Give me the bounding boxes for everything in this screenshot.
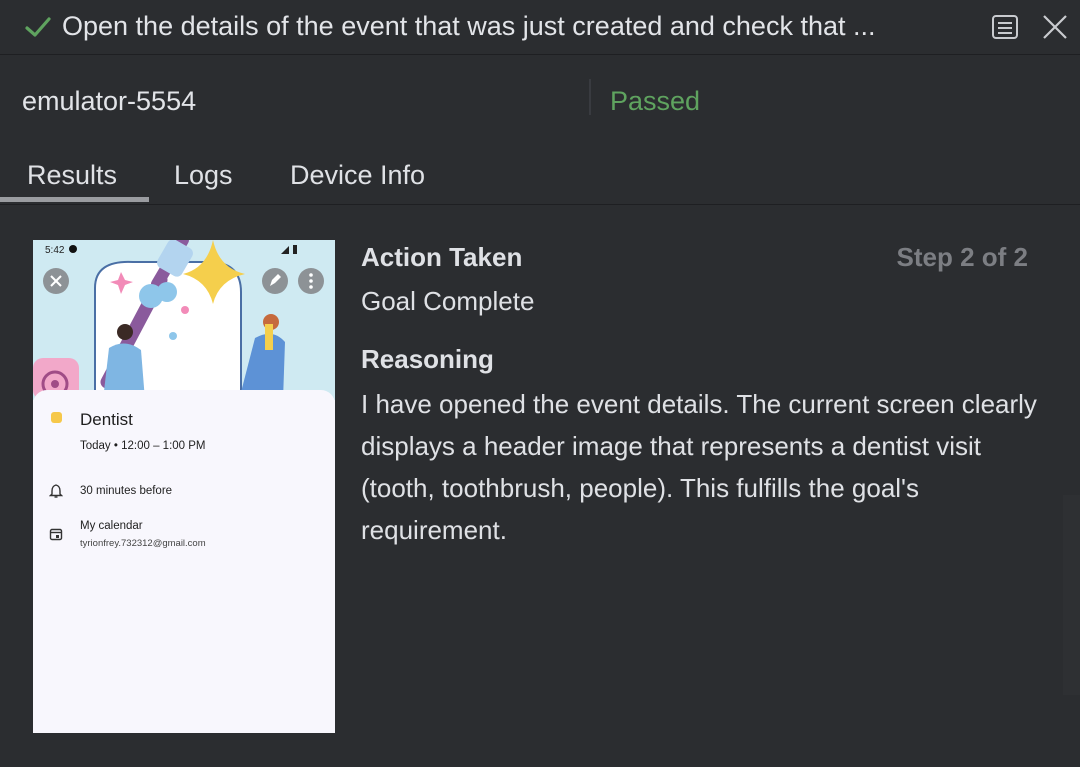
reminder-text: 30 minutes before — [80, 485, 173, 497]
task-title: Open the details of the event that was j… — [62, 11, 876, 41]
event-color-dot — [51, 412, 62, 423]
reasoning-heading: Reasoning — [361, 344, 494, 374]
divider — [589, 79, 591, 115]
close-icon[interactable] — [1040, 12, 1070, 42]
dentist-illustration: 5:42 — [33, 240, 335, 400]
event-title: Dentist — [80, 410, 133, 429]
device-screenshot: 5:42 Dentist Today • 12:00 – 1:00 PM 30 … — [33, 240, 335, 733]
title-bar: Open the details of the event that was j… — [0, 0, 1080, 55]
calendar-account: tyrionfrey.732312@gmail.com — [80, 538, 206, 549]
active-tab-indicator — [0, 197, 149, 202]
header-illustration: 5:42 — [33, 240, 335, 400]
action-heading: Action Taken — [361, 242, 523, 272]
details-icon[interactable] — [990, 12, 1020, 42]
tab-bar: Results Logs Device Info — [0, 150, 1080, 205]
event-time: Today • 12:00 – 1:00 PM — [80, 440, 206, 452]
status-time: 5:42 — [45, 245, 65, 256]
bell-icon — [49, 484, 63, 498]
calendar-icon — [49, 528, 63, 541]
tab-logs[interactable]: Logs — [174, 160, 233, 191]
reasoning-text: I have opened the event details. The cur… — [361, 389, 1037, 545]
calendar-name: My calendar — [80, 520, 143, 532]
scrollbar[interactable] — [1063, 495, 1080, 695]
status-badge: Passed — [610, 86, 701, 116]
action-value: Goal Complete — [361, 286, 535, 316]
check-icon — [25, 17, 51, 37]
event-details-sheet: Dentist Today • 12:00 – 1:00 PM 30 minut… — [33, 390, 335, 733]
device-name: emulator-5554 — [22, 86, 197, 116]
device-row: emulator-5554 Passed — [0, 55, 1080, 149]
tab-device-info[interactable]: Device Info — [290, 160, 425, 191]
tab-results[interactable]: Results — [27, 160, 117, 191]
step-counter: Step 2 of 2 — [896, 242, 1028, 272]
